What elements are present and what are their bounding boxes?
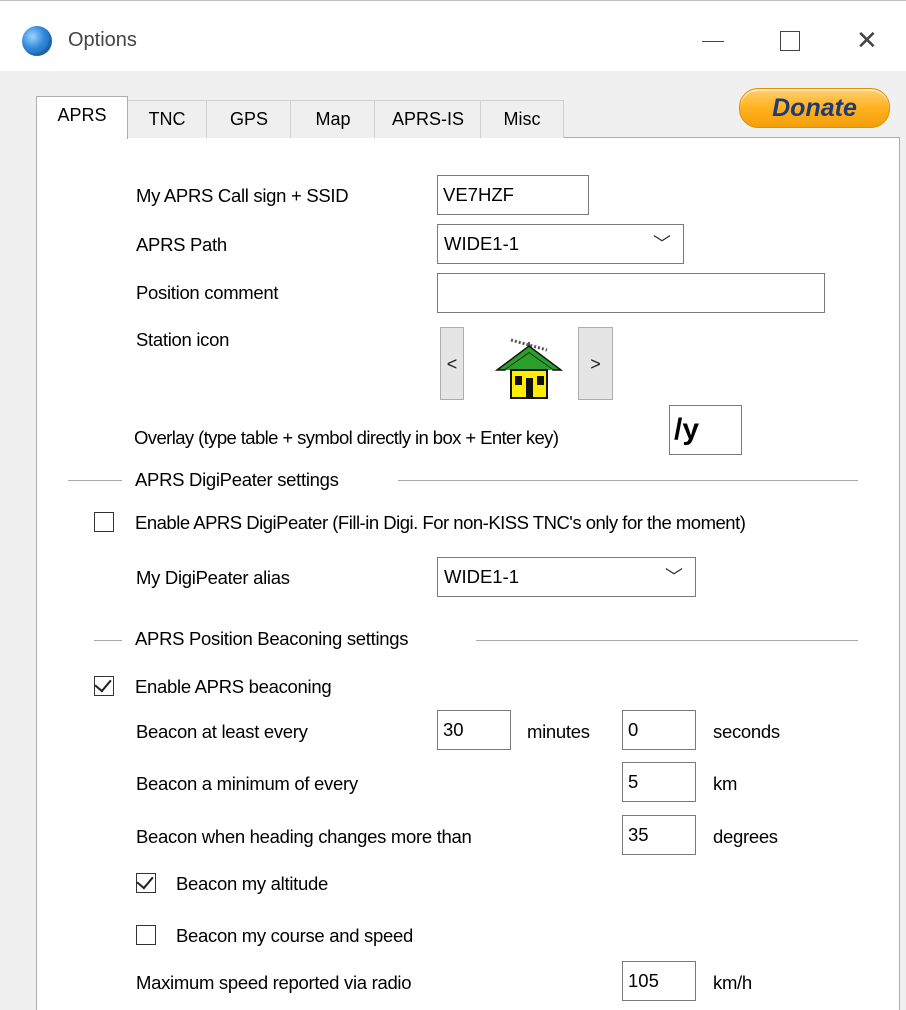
path-select-value: WIDE1-1 (444, 233, 520, 254)
close-icon: ✕ (856, 25, 878, 55)
checkmark-icon (94, 674, 112, 693)
path-label: APRS Path (136, 234, 227, 255)
enable-beaconing-label: Enable APRS beaconing (135, 676, 332, 697)
tab-aprs-is[interactable]: APRS-IS (374, 100, 482, 138)
globe-icon (22, 26, 52, 56)
maximize-button[interactable] (767, 18, 813, 64)
max-speed-input[interactable]: 105 (622, 961, 696, 1001)
chevron-down-icon: ﹀ (665, 567, 683, 587)
heading-change-input[interactable]: 35 (622, 815, 696, 855)
beacon-minutes-input[interactable]: 30 (437, 710, 511, 750)
min-distance-label: Beacon a minimum of every (136, 773, 358, 794)
section-divider (476, 640, 858, 641)
callsign-input[interactable]: VE7HZF (437, 175, 589, 215)
digipeater-alias-select[interactable]: WIDE1-1 ﹀ (437, 557, 696, 597)
beacon-every-label: Beacon at least every (136, 721, 308, 742)
overlay-input[interactable]: /y (669, 405, 742, 455)
chevron-down-icon: ﹀ (653, 234, 671, 254)
station-icon-label: Station icon (136, 329, 230, 350)
section-divider (398, 480, 858, 481)
tab-aprs[interactable]: APRS (36, 96, 128, 139)
tab-map[interactable]: Map (290, 100, 376, 138)
beacon-course-speed-label: Beacon my course and speed (176, 925, 413, 946)
house-with-antenna-icon (495, 338, 563, 399)
tab-tnc[interactable]: TNC (126, 100, 208, 138)
icon-prev-button[interactable]: < (440, 327, 464, 400)
heading-change-label: Beacon when heading changes more than (136, 826, 472, 847)
checkmark-icon (136, 871, 154, 890)
icon-next-button[interactable]: > (578, 327, 613, 400)
tab-misc[interactable]: Misc (480, 100, 564, 138)
enable-digipeater-label: Enable APRS DigiPeater (Fill-in Digi. Fo… (135, 512, 746, 533)
path-select[interactable]: WIDE1-1 ﹀ (437, 224, 684, 264)
digipeater-alias-value: WIDE1-1 (444, 566, 520, 587)
window-title: Options (68, 29, 137, 51)
max-speed-label: Maximum speed reported via radio (136, 972, 412, 993)
callsign-label: My APRS Call sign + SSID (136, 185, 349, 206)
comment-input[interactable] (437, 273, 825, 313)
minutes-unit: minutes (527, 721, 590, 742)
degrees-unit: degrees (713, 826, 778, 847)
digipeater-alias-label: My DigiPeater alias (136, 567, 290, 588)
enable-digipeater-checkbox[interactable] (94, 512, 114, 532)
digipeater-section-label: APRS DigiPeater settings (135, 469, 339, 490)
beacon-course-speed-checkbox[interactable] (136, 925, 156, 945)
close-button[interactable]: ✕ (844, 18, 890, 64)
beacon-altitude-label: Beacon my altitude (176, 873, 328, 894)
beacon-altitude-checkbox[interactable] (136, 871, 156, 893)
section-divider (68, 480, 122, 481)
tab-gps[interactable]: GPS (206, 100, 292, 138)
minimize-icon (702, 41, 724, 42)
min-distance-input[interactable]: 5 (622, 762, 696, 802)
km-unit: km (713, 773, 738, 794)
beacon-seconds-input[interactable]: 0 (622, 710, 696, 750)
enable-beaconing-checkbox[interactable] (94, 674, 114, 696)
comment-label: Position comment (136, 282, 279, 303)
overlay-label: Overlay (type table + symbol directly in… (134, 427, 559, 448)
donate-button[interactable]: Donate (739, 88, 890, 128)
kmh-unit: km/h (713, 972, 752, 993)
maximize-icon (780, 31, 800, 51)
section-divider (94, 640, 122, 641)
minimize-button[interactable] (690, 18, 736, 64)
beaconing-section-label: APRS Position Beaconing settings (135, 628, 409, 649)
seconds-unit: seconds (713, 721, 780, 742)
